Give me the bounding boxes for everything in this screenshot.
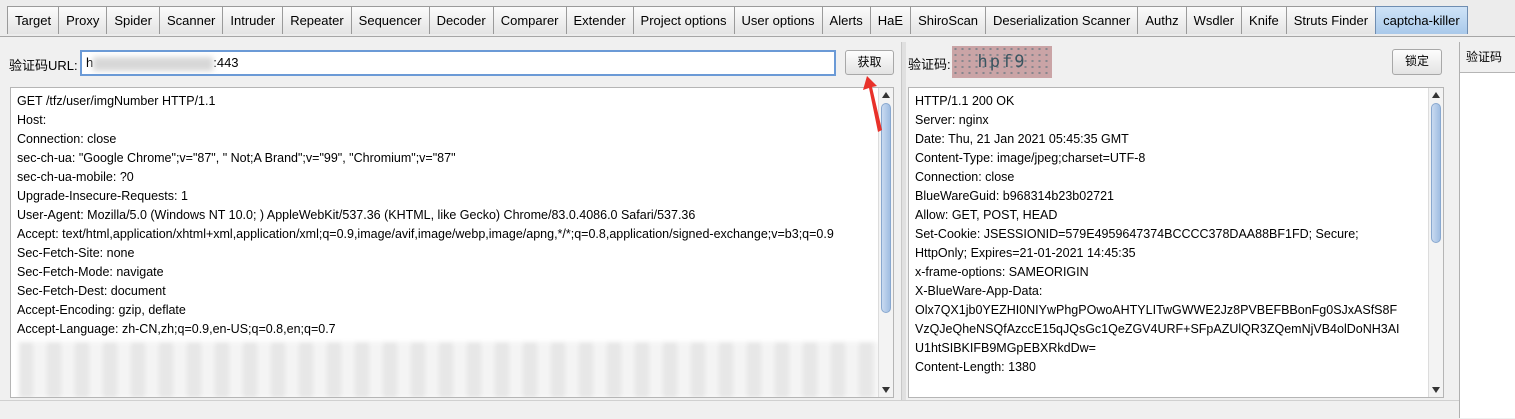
tab-intruder[interactable]: Intruder xyxy=(222,6,284,34)
tab-hae[interactable]: HaE xyxy=(869,6,912,34)
tab-deserialization-scanner[interactable]: Deserialization Scanner xyxy=(985,6,1139,34)
tab-alerts[interactable]: Alerts xyxy=(821,6,871,34)
response-panel: 验证码: 锁定 HTTP/1.1 200 OK Server: nginx Date… xyxy=(906,42,1446,400)
redacted-lines xyxy=(19,342,879,397)
redacted-host xyxy=(93,56,214,71)
tab-proxy[interactable]: Proxy xyxy=(58,6,108,34)
tab-captcha-killer[interactable]: captcha-killer xyxy=(1375,6,1468,34)
response-line: Content-Length: 1380 xyxy=(915,360,1036,374)
request-line: User-Agent: Mozilla/5.0 (Windows NT 10.0… xyxy=(17,208,696,222)
scroll-up-icon[interactable] xyxy=(1432,92,1440,98)
fetch-button[interactable]: 获取 xyxy=(845,50,894,75)
scroll-down-icon[interactable] xyxy=(882,387,890,393)
tab-shiroscan[interactable]: ShiroScan xyxy=(910,6,987,34)
tab-bar: Target Proxy Spider Scanner Intruder Repeater… xyxy=(0,0,1515,37)
annotation-arrow-icon xyxy=(863,76,882,132)
response-line: x-frame-options: SAMEORIGIN xyxy=(915,265,1089,279)
response-scrollbar[interactable] xyxy=(1428,88,1443,397)
response-line: X-BlueWare-App-Data: xyxy=(915,284,1043,298)
bottom-bar xyxy=(0,400,1459,419)
request-line: Connection: close xyxy=(17,132,117,146)
tab-target[interactable]: Target xyxy=(7,6,60,34)
tab-repeater[interactable]: Repeater xyxy=(282,6,352,34)
response-lines: HTTP/1.1 200 OK Server: nginx Date: Thu, 2… xyxy=(909,88,1443,377)
url-suffix: :443 xyxy=(213,55,239,70)
response-line: U1htSIBKIFB9MGpEBXRkdDw= xyxy=(915,341,1096,355)
tab-struts-finder[interactable]: Struts Finder xyxy=(1285,6,1377,34)
tab-authz[interactable]: Authz xyxy=(1137,6,1187,34)
scroll-down-icon[interactable] xyxy=(1432,387,1440,393)
tab-decoder[interactable]: Decoder xyxy=(428,6,494,34)
request-line: sec-ch-ua: "Google Chrome";v="87", " Not… xyxy=(17,151,456,165)
request-line: Accept: text/html,application/xhtml+xml,… xyxy=(17,227,834,241)
response-editor[interactable]: HTTP/1.1 200 OK Server: nginx Date: Thu, 2… xyxy=(908,87,1444,398)
response-line: Allow: GET, POST, HEAD xyxy=(915,208,1058,222)
captcha-url-label: 验证码URL: xyxy=(9,58,78,73)
captcha-label: 验证码: xyxy=(908,57,951,72)
captcha-url-input[interactable]: h :443 xyxy=(80,50,836,76)
request-line: Accept-Language: zh-CN,zh;q=0.9,en-US;q=… xyxy=(17,322,336,336)
response-line: Connection: close xyxy=(915,170,1015,184)
url-prefix: h xyxy=(86,55,94,70)
request-lines: GET /tfz/user/imgNumber HTTP/1.1 Host: Con… xyxy=(11,88,893,339)
request-line: Accept-Encoding: gzip, deflate xyxy=(17,303,186,317)
response-line: VzQJeQheNSQfAzccE15qJQsGc1QeZGV4URF+SFpA… xyxy=(915,322,1400,336)
response-line: Server: nginx xyxy=(915,113,989,127)
tab-scanner[interactable]: Scanner xyxy=(158,6,224,34)
request-line: Host: xyxy=(17,113,47,127)
response-line: BlueWareGuid: b968314b23b02721 xyxy=(915,189,1114,203)
response-line: Set-Cookie: JSESSIONID=579E4959647374BCC… xyxy=(915,227,1359,241)
tab-comparer[interactable]: Comparer xyxy=(492,6,567,34)
request-line: Sec-Fetch-Site: none xyxy=(17,246,135,260)
tab-knife[interactable]: Knife xyxy=(1241,6,1287,34)
response-line: HTTP/1.1 200 OK xyxy=(915,94,1015,108)
response-line: Content-Type: image/jpeg;charset=UTF-8 xyxy=(915,151,1146,165)
response-line: Date: Thu, 21 Jan 2021 05:45:35 GMT xyxy=(915,132,1129,146)
request-line: Sec-Fetch-Mode: navigate xyxy=(17,265,164,279)
lock-button[interactable]: 锁定 xyxy=(1392,49,1442,75)
response-line: Olx7QX1jb0YEZHI0NIYwPhgPOwoAHTYLITwGWWE2… xyxy=(915,303,1398,317)
request-line: Sec-Fetch-Dest: document xyxy=(17,284,166,298)
tab-sequencer[interactable]: Sequencer xyxy=(350,6,430,34)
captcha-result-panel: 验证码 xyxy=(1459,42,1515,418)
tab-spider[interactable]: Spider xyxy=(106,6,160,34)
request-line: Upgrade-Insecure-Requests: 1 xyxy=(17,189,188,203)
tab-extender[interactable]: Extender xyxy=(565,6,634,34)
tabs: Target Proxy Spider Scanner Intruder Repeater… xyxy=(7,6,1468,35)
request-line: sec-ch-ua-mobile: ?0 xyxy=(17,170,134,184)
tab-user-options[interactable]: User options xyxy=(733,6,823,34)
response-line: HttpOnly; Expires=21-01-2021 14:45:35 xyxy=(915,246,1136,260)
request-panel: 验证码URL: h :443 获取 GET /tfz/user/imgNumber… xyxy=(0,42,900,400)
request-line: GET /tfz/user/imgNumber HTTP/1.1 xyxy=(17,94,216,108)
scroll-thumb[interactable] xyxy=(1431,103,1441,243)
captcha-image: hpf9 xyxy=(952,46,1052,78)
request-editor[interactable]: GET /tfz/user/imgNumber HTTP/1.1 Host: Con… xyxy=(10,87,894,398)
tab-project-options[interactable]: Project options xyxy=(632,6,735,34)
tab-wsdler[interactable]: Wsdler xyxy=(1185,6,1243,34)
captcha-text: hpf9 xyxy=(977,52,1027,72)
captcha-result-header: 验证码 xyxy=(1460,42,1515,73)
